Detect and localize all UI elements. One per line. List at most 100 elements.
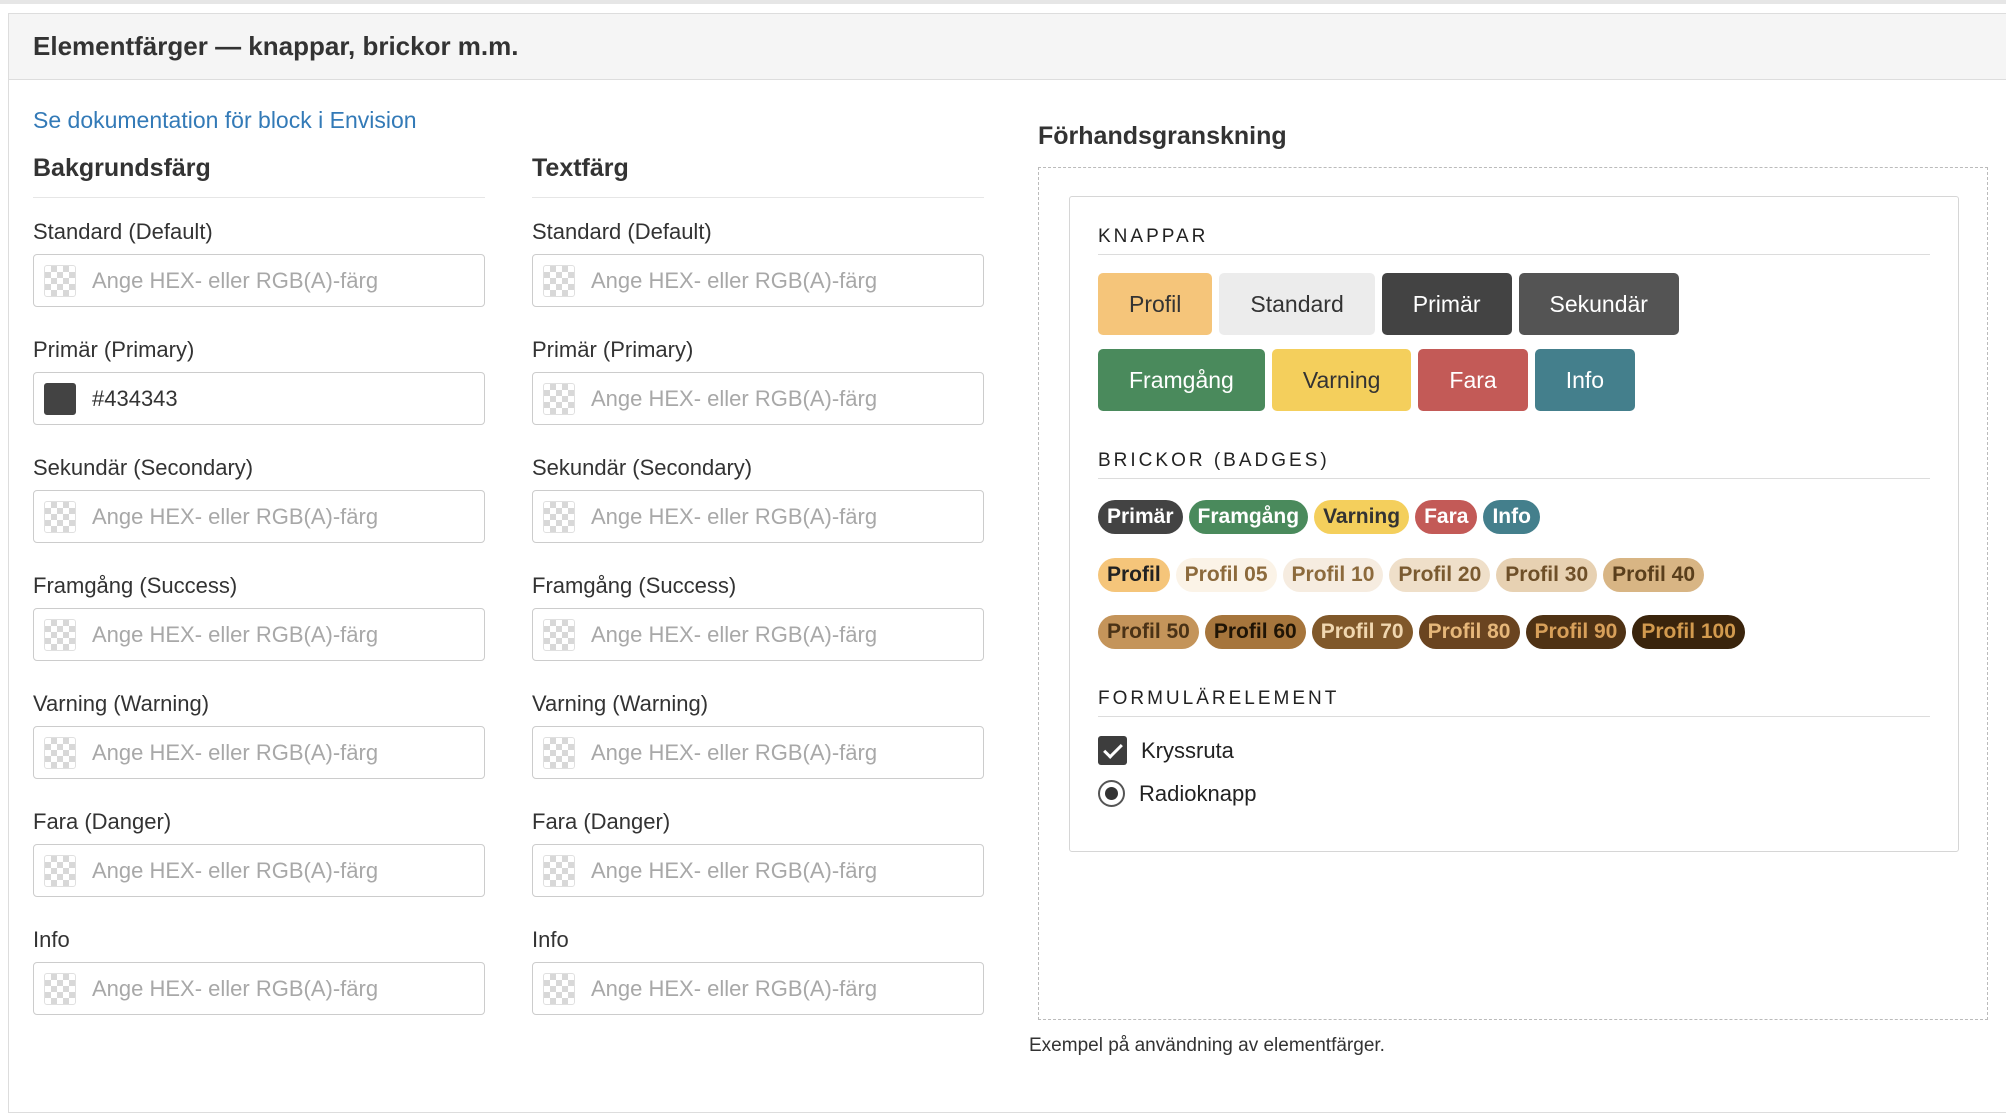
radio-row[interactable]: Radioknapp	[1098, 780, 1256, 807]
preview-caption: Exempel på användning av elementfärger.	[1029, 1035, 1385, 1056]
text-field-secondary: Sekundär (Secondary)	[532, 454, 984, 572]
color-input[interactable]	[532, 372, 984, 425]
color-swatch-icon[interactable]	[44, 382, 76, 415]
background-color-column: Bakgrundsfärg Standard (Default) Primär …	[33, 154, 485, 1044]
field-label: Fara (Danger)	[532, 809, 671, 834]
text-field-info: Info	[532, 926, 984, 1044]
color-swatch-icon[interactable]	[44, 854, 76, 887]
preview-button-profil[interactable]: Profil	[1098, 273, 1213, 335]
bg-danger-input[interactable]	[90, 856, 454, 885]
bg-field-info: Info	[33, 926, 485, 1044]
field-label: Framgång (Success)	[532, 573, 737, 598]
color-swatch-icon[interactable]	[44, 264, 76, 297]
bg-info-input[interactable]	[90, 974, 454, 1003]
badges-row-1: Primär Framgång Varning Fara Info	[1098, 500, 1540, 534]
color-swatch-icon[interactable]	[543, 264, 575, 297]
badge-profil-70: Profil 70	[1311, 615, 1413, 649]
bg-warning-input[interactable]	[90, 738, 454, 767]
preview-button-warning[interactable]: Varning	[1271, 349, 1412, 411]
badge-profil-10: Profil 10	[1282, 558, 1384, 592]
badges-row-2: Profil Profil 05 Profil 10 Profil 20 Pro…	[1098, 558, 1705, 592]
color-swatch-icon[interactable]	[543, 618, 575, 651]
color-swatch-icon[interactable]	[543, 854, 575, 887]
text-primary-input[interactable]	[589, 384, 953, 413]
color-input[interactable]	[33, 608, 485, 661]
color-input[interactable]	[33, 490, 485, 543]
preview-button-secondary[interactable]: Sekundär	[1518, 273, 1679, 335]
badge-profil-80: Profil 80	[1418, 615, 1520, 649]
badge-warning: Varning	[1314, 500, 1410, 534]
checkbox-row[interactable]: Kryssruta	[1098, 736, 1234, 765]
color-swatch-icon[interactable]	[44, 736, 76, 769]
form-elements-heading: FORMULÄRELEMENT	[1098, 688, 1930, 717]
color-swatch-icon[interactable]	[543, 972, 575, 1005]
badge-profil-90: Profil 90	[1525, 615, 1627, 649]
badge-profil-40: Profil 40	[1603, 558, 1705, 592]
checkbox-label: Kryssruta	[1141, 737, 1234, 763]
panel-title: Elementfärger — knappar, brickor m.m.	[9, 14, 2006, 80]
color-input[interactable]	[532, 608, 984, 661]
buttons-row-1: Profil Standard Primär Sekundär	[1098, 273, 1679, 335]
color-swatch-icon[interactable]	[44, 972, 76, 1005]
color-input[interactable]	[33, 726, 485, 779]
field-label: Primär (Primary)	[532, 337, 694, 362]
color-input[interactable]	[532, 726, 984, 779]
field-label: Info	[33, 927, 70, 952]
color-input[interactable]	[33, 962, 485, 1015]
color-swatch-icon[interactable]	[543, 500, 575, 533]
text-secondary-input[interactable]	[589, 502, 953, 531]
color-input[interactable]	[33, 372, 485, 425]
bg-default-input[interactable]	[90, 266, 454, 295]
text-field-default: Standard (Default)	[532, 218, 984, 336]
checkbox-checked-icon[interactable]	[1098, 736, 1127, 765]
preview-button-standard[interactable]: Standard	[1219, 273, 1375, 335]
badge-profil-30: Profil 30	[1496, 558, 1598, 592]
top-divider	[0, 0, 2006, 4]
text-warning-input[interactable]	[589, 738, 953, 767]
color-swatch-icon[interactable]	[44, 618, 76, 651]
bg-field-primary: Primär (Primary)	[33, 336, 485, 454]
color-input[interactable]	[532, 254, 984, 307]
radio-label: Radioknapp	[1139, 780, 1257, 806]
color-swatch-icon[interactable]	[543, 736, 575, 769]
background-column-title: Bakgrundsfärg	[33, 154, 485, 198]
badge-info: Info	[1483, 500, 1540, 534]
text-danger-input[interactable]	[589, 856, 953, 885]
field-label: Varning (Warning)	[532, 691, 709, 716]
color-input[interactable]	[33, 254, 485, 307]
color-input[interactable]	[33, 844, 485, 897]
badge-profil-100: Profil 100	[1632, 615, 1745, 649]
bg-field-success: Framgång (Success)	[33, 572, 485, 690]
preview-button-primary[interactable]: Primär	[1381, 273, 1512, 335]
bg-field-danger: Fara (Danger)	[33, 808, 485, 926]
badge-profil: Profil	[1098, 558, 1170, 592]
preview-button-success[interactable]: Framgång	[1098, 349, 1265, 411]
field-label: Primär (Primary)	[33, 337, 195, 362]
bg-success-input[interactable]	[90, 620, 454, 649]
color-input[interactable]	[532, 844, 984, 897]
preview-button-info[interactable]: Info	[1534, 349, 1636, 411]
text-info-input[interactable]	[589, 974, 953, 1003]
badges-row-3: Profil 50 Profil 60 Profil 70 Profil 80 …	[1098, 615, 1745, 649]
preview-button-danger[interactable]: Fara	[1418, 349, 1528, 411]
preview-frame: KNAPPAR Profil Standard Primär Sekundär …	[1038, 167, 1988, 1020]
field-label: Varning (Warning)	[33, 691, 210, 716]
color-swatch-icon[interactable]	[44, 500, 76, 533]
field-label: Standard (Default)	[33, 219, 213, 244]
text-field-success: Framgång (Success)	[532, 572, 984, 690]
bg-primary-input[interactable]	[90, 384, 454, 413]
color-input[interactable]	[532, 962, 984, 1015]
color-input[interactable]	[532, 490, 984, 543]
field-label: Fara (Danger)	[33, 809, 172, 834]
bg-secondary-input[interactable]	[90, 502, 454, 531]
badge-primary: Primär	[1098, 500, 1183, 534]
field-label: Sekundär (Secondary)	[33, 455, 254, 480]
buttons-heading: KNAPPAR	[1098, 226, 1930, 255]
radio-selected-icon[interactable]	[1098, 780, 1125, 807]
text-field-danger: Fara (Danger)	[532, 808, 984, 926]
color-swatch-icon[interactable]	[543, 382, 575, 415]
text-field-warning: Varning (Warning)	[532, 690, 984, 808]
text-default-input[interactable]	[589, 266, 953, 295]
documentation-link[interactable]: Se dokumentation för block i Envision	[33, 107, 417, 134]
text-success-input[interactable]	[589, 620, 953, 649]
